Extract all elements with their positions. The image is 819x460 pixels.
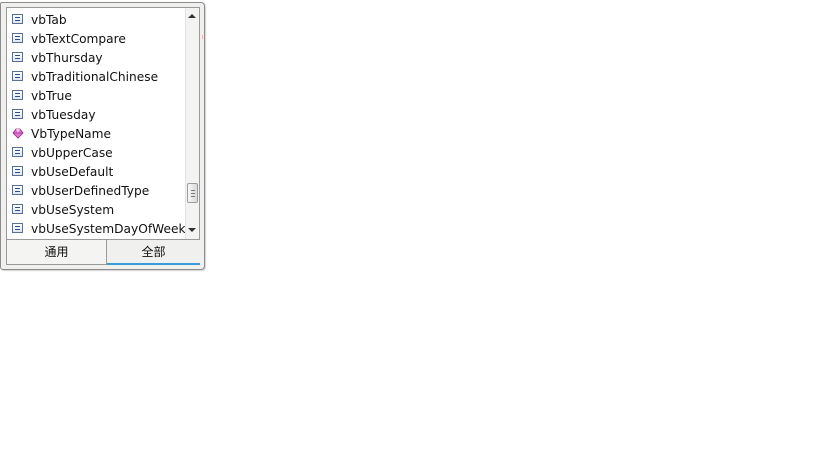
list-item-label: vbUseDefault	[31, 165, 114, 179]
scrollbar-thumb[interactable]	[187, 183, 198, 203]
constant-icon	[12, 166, 23, 176]
constant-icon	[12, 204, 23, 214]
autocomplete-popup: vbTab vbTextCompare vbThursday vbTraditi…	[0, 2, 205, 270]
scroll-up-arrow-icon[interactable]	[188, 14, 196, 18]
constant-icon	[12, 33, 23, 43]
scroll-down-arrow-icon[interactable]	[188, 228, 196, 232]
list-item[interactable]: vbUserDefinedType	[7, 182, 185, 201]
list-item-label: vbTextCompare	[31, 32, 126, 46]
list-item[interactable]: vbUseSystemDayOfWeek	[7, 220, 185, 239]
grip-line	[191, 193, 195, 194]
list-item-label: VbTypeName	[31, 127, 112, 141]
list-item[interactable]: vbTraditionalChinese	[7, 68, 185, 87]
constant-icon	[12, 109, 23, 119]
list-item-label: vbThursday	[31, 51, 103, 65]
list-item[interactable]: vbThursday	[7, 49, 185, 68]
grip-line	[191, 190, 195, 191]
list-item-label: vbUserDefinedType	[31, 184, 150, 198]
constant-icon	[12, 90, 23, 100]
member-list[interactable]: vbTab vbTextCompare vbThursday vbTraditi…	[7, 8, 185, 239]
list-item-label: vbTab	[31, 13, 67, 27]
list-item[interactable]: vbTuesday	[7, 106, 185, 125]
list-item-label: vbTrue	[31, 89, 72, 103]
list-item[interactable]: vbUseSystem	[7, 201, 185, 220]
list-item-label: vbUpperCase	[31, 146, 113, 160]
constant-icon	[12, 52, 23, 62]
list-item-label: vbUseSystem	[31, 203, 115, 217]
list-item-label: vbTraditionalChinese	[31, 70, 159, 84]
vertical-scrollbar[interactable]	[185, 8, 199, 239]
constant-icon	[12, 71, 23, 81]
tab-common[interactable]: 通用	[6, 240, 107, 265]
list-item[interactable]: vbUseDefault	[7, 163, 185, 182]
constant-icon	[12, 147, 23, 157]
editor-edge-marker	[202, 35, 203, 39]
list-item-label: vbUseSystemDayOfWeek	[31, 222, 185, 236]
list-item-label: vbTuesday	[31, 108, 96, 122]
list-item[interactable]: vbTab	[7, 11, 185, 30]
tab-all[interactable]: 全部	[107, 240, 200, 265]
list-item[interactable]: VbTypeName	[7, 125, 185, 144]
class-icon	[12, 128, 24, 139]
constant-icon	[12, 223, 23, 233]
list-item[interactable]: vbUpperCase	[7, 144, 185, 163]
grip-line	[191, 196, 195, 197]
list-item[interactable]: vbTextCompare	[7, 30, 185, 49]
constant-icon	[12, 14, 23, 24]
member-list-frame: vbTab vbTextCompare vbThursday vbTraditi…	[6, 7, 200, 240]
constant-icon	[12, 185, 23, 195]
list-item[interactable]: vbTrue	[7, 87, 185, 106]
